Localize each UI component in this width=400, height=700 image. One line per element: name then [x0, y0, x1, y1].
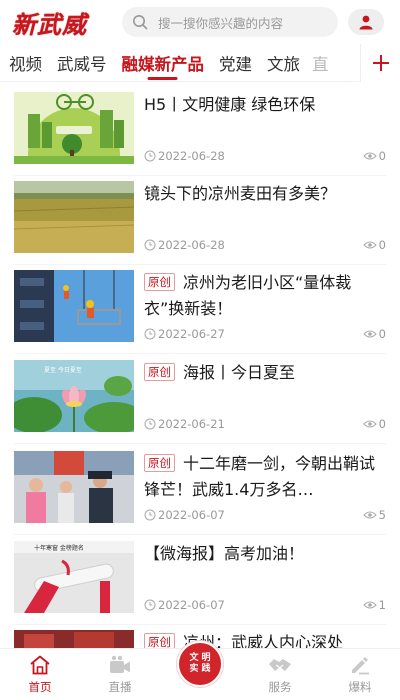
edit-icon	[352, 657, 369, 675]
news-view-count: 0	[378, 417, 386, 431]
eye-icon	[362, 152, 377, 160]
nav-service[interactable]: 服务	[240, 649, 320, 700]
news-title: 原创 海报丨今日夏至	[144, 360, 386, 386]
category-tabs: 视频 武威号 融媒新产品 党建 文旅 直	[0, 43, 400, 82]
news-date: 2022-06-07	[158, 598, 225, 612]
divider	[14, 353, 386, 354]
nav-civilization-practice[interactable]: 文明 实践	[160, 641, 240, 700]
news-thumbnail: 夏至 今日夏至	[14, 360, 134, 432]
news-title: 原创 十二年磨一剑，今朝出鞘试锋芒！武威1.4万多名…	[144, 454, 376, 499]
bottom-navigation: 首页 直播 文明 实践 服务 爆料	[0, 641, 400, 700]
news-title: 【微海报】高考加油！	[144, 544, 305, 563]
handshake-icon	[269, 659, 291, 671]
news-date: 2022-06-28	[158, 238, 225, 252]
original-badge: 原创	[144, 363, 175, 381]
news-thumbnail	[14, 270, 134, 342]
eye-icon	[362, 420, 377, 428]
nav-live-label: 直播	[108, 680, 132, 694]
divider	[14, 175, 386, 176]
news-meta: 2022-06-07 1	[144, 597, 386, 613]
center-button-text-top: 文明	[189, 653, 214, 663]
clock-icon	[144, 418, 156, 430]
news-thumbnail	[14, 181, 134, 253]
tab-media-products[interactable]: 融媒新产品	[113, 44, 211, 82]
news-title: 原创 凉州为老旧小区“量体裁衣”换新装！	[144, 273, 352, 318]
user-avatar-button[interactable]	[348, 9, 384, 35]
divider	[14, 624, 386, 625]
news-meta: 2022-06-07 5	[144, 507, 386, 523]
news-thumbnail	[14, 451, 134, 523]
poster-caption: 夏至 今日夏至	[44, 366, 82, 374]
clock-icon	[144, 150, 156, 162]
center-button-text-bottom: 实践	[189, 664, 214, 674]
nav-service-label: 服务	[268, 680, 292, 694]
civilization-practice-button[interactable]: 文明 实践	[177, 641, 223, 687]
eye-icon	[362, 511, 377, 519]
news-date: 2022-06-28	[158, 149, 225, 163]
news-meta: 2022-06-28 0	[144, 148, 386, 164]
search-placeholder: 搜一搜你感兴趣的内容	[158, 15, 284, 31]
eye-icon	[362, 601, 377, 609]
search-icon	[133, 15, 148, 30]
plus-icon	[372, 54, 389, 71]
app-header: 新武威 搜一搜你感兴趣的内容	[0, 0, 400, 44]
news-item[interactable]: 夏至 今日夏至 原创 海报丨今日夏至 2022-06-21 0	[0, 360, 400, 450]
news-view-count: 1	[378, 598, 386, 612]
original-badge: 原创	[144, 633, 175, 648]
divider	[14, 534, 386, 535]
clock-icon	[144, 599, 156, 611]
home-icon	[30, 655, 50, 675]
news-item[interactable]: 镜头下的凉州麦田有多美？ 2022-06-28 0	[0, 181, 400, 271]
news-meta: 2022-06-28 0	[144, 237, 386, 253]
news-item[interactable]: 原创 十二年磨一剑，今朝出鞘试锋芒！武威1.4万多名… 2022-06-07 5	[0, 451, 400, 541]
news-view-count: 5	[378, 508, 386, 522]
original-badge: 原创	[144, 273, 175, 291]
news-item[interactable]: H5丨文明健康 绿色环保 2022-06-28 0	[0, 92, 400, 182]
original-badge: 原创	[144, 454, 175, 472]
news-date: 2022-06-07	[158, 508, 225, 522]
user-icon	[359, 15, 373, 30]
nav-report-label: 爆料	[348, 680, 372, 694]
news-item[interactable]: 原创 凉州为老旧小区“量体裁衣”换新装！ 2022-06-27 0	[0, 270, 400, 360]
eye-icon	[362, 241, 377, 249]
search-bar[interactable]: 搜一搜你感兴趣的内容	[122, 7, 338, 37]
news-thumbnail: 十年寒窗 金榜题名	[14, 541, 134, 613]
news-date: 2022-06-21	[158, 417, 225, 431]
news-item[interactable]: 十年寒窗 金榜题名 【微海报】高考加油！ 2022-06-07 1	[0, 541, 400, 631]
video-camera-icon	[110, 655, 130, 673]
nav-report[interactable]: 爆料	[320, 649, 400, 700]
news-meta: 2022-06-21 0	[144, 416, 386, 432]
nav-home[interactable]: 首页	[0, 649, 80, 700]
tab-wuwei-account[interactable]: 武威号	[48, 44, 113, 82]
tab-party-building[interactable]: 党建	[210, 44, 258, 82]
news-title: H5丨文明健康 绿色环保	[144, 95, 316, 114]
add-channel-button[interactable]	[360, 43, 400, 82]
tab-video[interactable]: 视频	[0, 44, 48, 82]
nav-live[interactable]: 直播	[80, 649, 160, 700]
news-title: 镜头下的凉州麦田有多美？	[144, 184, 337, 203]
news-title: 原创 凉州：武威人内心深处	[144, 630, 386, 648]
eye-icon	[362, 330, 377, 338]
tab-partial[interactable]: 直	[312, 44, 328, 82]
app-logo: 新武威	[12, 9, 87, 39]
news-view-count: 0	[378, 327, 386, 341]
clock-icon	[144, 509, 156, 521]
news-meta: 2022-06-27 0	[144, 326, 386, 342]
nav-home-label: 首页	[28, 680, 52, 694]
clock-icon	[144, 328, 156, 340]
news-thumbnail	[14, 92, 134, 164]
news-feed: H5丨文明健康 绿色环保 2022-06-28 0 镜头下的凉州麦田有多美？ 2…	[0, 82, 400, 648]
news-thumbnail	[14, 630, 134, 648]
divider	[14, 264, 386, 265]
news-view-count: 0	[378, 238, 386, 252]
news-date: 2022-06-27	[158, 327, 225, 341]
poster-caption: 十年寒窗 金榜题名	[34, 544, 84, 552]
clock-icon	[144, 239, 156, 251]
tab-culture-tourism[interactable]: 文旅	[258, 44, 306, 82]
divider	[14, 443, 386, 444]
news-view-count: 0	[378, 149, 386, 163]
